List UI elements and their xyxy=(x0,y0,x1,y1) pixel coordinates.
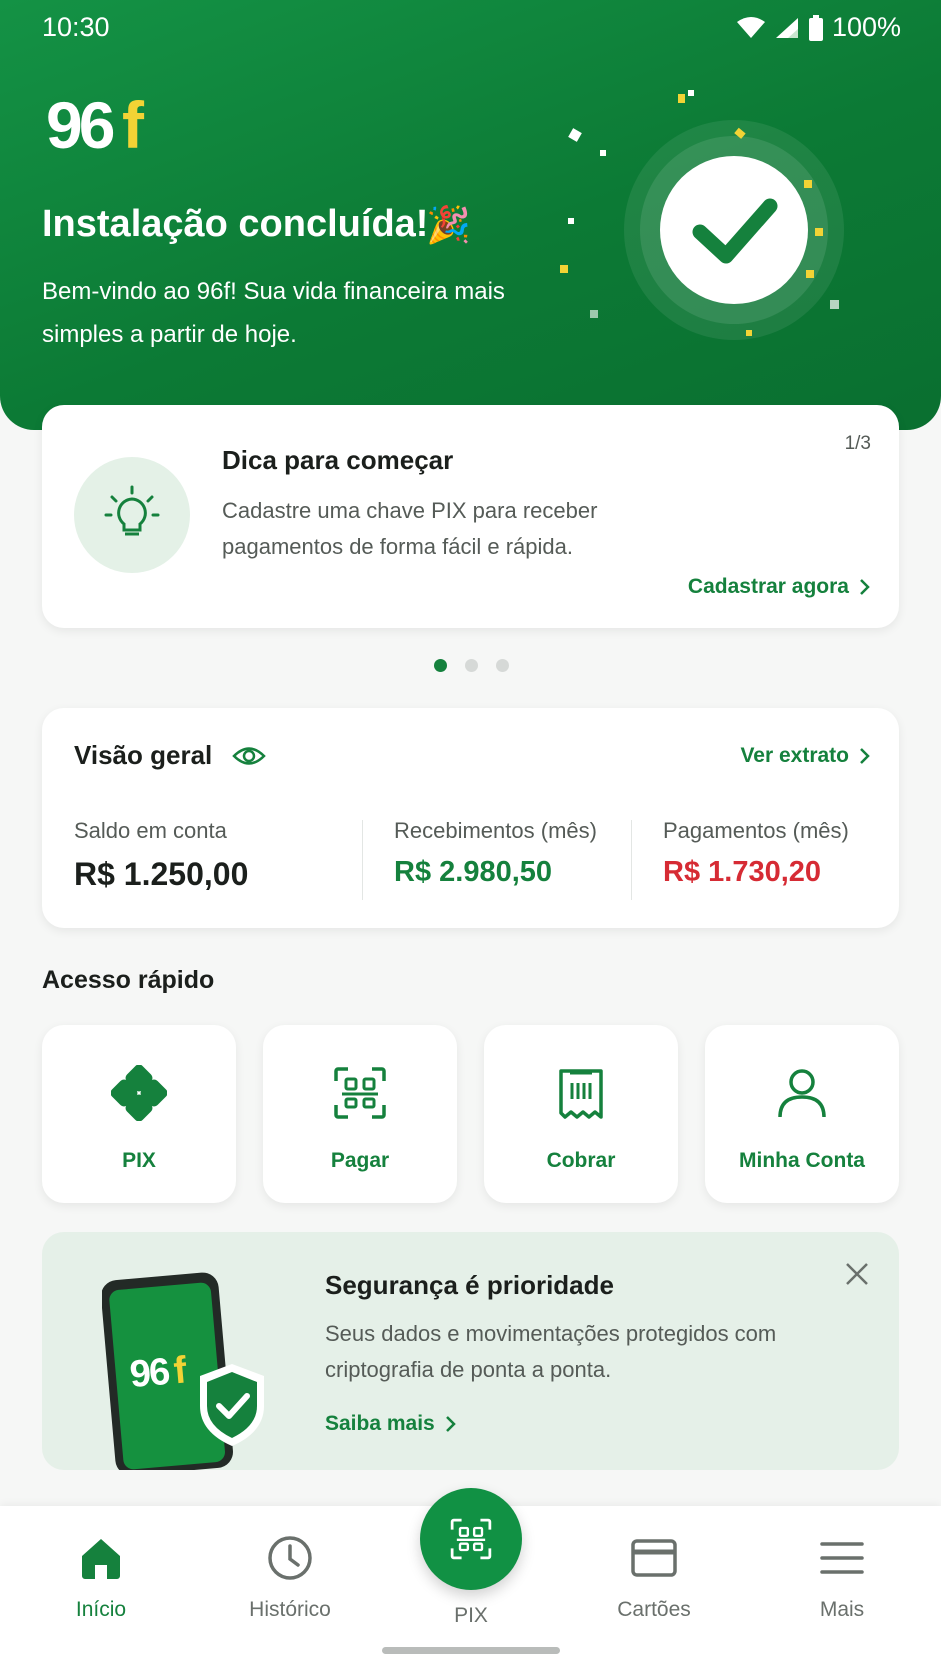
lightbulb-icon xyxy=(104,485,160,536)
view-statement-label: Ver extrato xyxy=(740,744,849,767)
hero-title: Instalação concluída! xyxy=(42,203,429,245)
income-block: Recebimentos (mês) R$ 2.980,50 xyxy=(394,818,597,889)
expense-label: Pagamentos (mês) xyxy=(663,818,849,843)
pix-icon xyxy=(111,1065,167,1121)
chevron-right-icon xyxy=(860,748,870,764)
security-banner: 96 f Segurança é prioridade Seus dados e… xyxy=(42,1232,899,1470)
nav-home-label: Início xyxy=(75,1598,127,1621)
menu-icon xyxy=(820,1542,864,1574)
svg-text:96: 96 xyxy=(128,1351,171,1396)
wifi-icon xyxy=(736,16,765,38)
balance-label: Saldo em conta xyxy=(74,818,227,843)
svg-text:96: 96 xyxy=(46,90,114,162)
nav-more[interactable]: Mais xyxy=(762,1530,922,1622)
nav-cards-label: Cartões xyxy=(617,1598,691,1621)
chevron-right-icon xyxy=(445,1416,456,1432)
user-icon xyxy=(778,1069,826,1118)
nav-history[interactable]: Histórico xyxy=(210,1530,370,1622)
quick-pix-button[interactable]: PIX xyxy=(42,1025,236,1203)
security-title: Segurança é prioridade xyxy=(325,1270,614,1300)
bottom-navigation: Início Histórico PIX Cartões Mais xyxy=(0,1488,941,1672)
overview-title: Visão geral xyxy=(74,740,213,770)
battery-icon xyxy=(808,14,823,41)
carousel-dots xyxy=(434,659,509,672)
overview-card: Visão geral Ver extrato Saldo em conta R… xyxy=(42,708,899,928)
nav-pix-label: PIX xyxy=(454,1604,488,1627)
quick-charge-label: Cobrar xyxy=(546,1149,616,1172)
home-icon xyxy=(82,1539,120,1579)
phone-shield-illustration: 96 f xyxy=(102,1272,264,1470)
signal-icon xyxy=(775,17,798,38)
brand-logo: 96 f xyxy=(46,90,145,162)
svg-text:f: f xyxy=(122,90,145,162)
income-label: Recebimentos (mês) xyxy=(394,818,597,843)
nav-cards[interactable]: Cartões xyxy=(574,1530,734,1622)
gesture-home-bar xyxy=(382,1647,560,1654)
battery-percent: 100% xyxy=(831,12,901,42)
carousel-dot-3[interactable] xyxy=(496,659,509,672)
learn-more-link[interactable]: Saiba mais xyxy=(325,1412,457,1436)
nav-more-label: Mais xyxy=(819,1598,865,1621)
divider xyxy=(362,820,363,900)
balance-value: R$ 1.250,00 xyxy=(74,856,249,892)
view-statement-link[interactable]: Ver extrato xyxy=(740,744,871,768)
quick-account-label: Minha Conta xyxy=(739,1149,865,1172)
nav-home[interactable]: Início xyxy=(21,1530,181,1622)
quick-pix-label: PIX xyxy=(122,1149,156,1172)
tip-body: Cadastre uma chave PIX para receber paga… xyxy=(222,498,598,559)
qr-scan-icon xyxy=(450,1518,492,1560)
hero-subtitle: Bem-vindo ao 96f! Sua vida financeira ma… xyxy=(42,278,505,348)
history-icon xyxy=(268,1536,312,1580)
learn-more-label: Saiba mais xyxy=(325,1412,435,1435)
quick-account-button[interactable]: Minha Conta xyxy=(705,1025,899,1203)
income-value: R$ 2.980,50 xyxy=(394,856,553,888)
card-icon xyxy=(631,1539,677,1577)
close-icon[interactable] xyxy=(843,1260,871,1288)
status-bar: 10:30 100% xyxy=(0,0,941,56)
success-check-icon xyxy=(560,90,844,340)
nav-history-label: Histórico xyxy=(249,1598,331,1621)
lightbulb-icon-badge xyxy=(74,457,190,573)
party-icon: 🎉 xyxy=(426,204,471,245)
security-body: Seus dados e movimentações protegidos co… xyxy=(325,1321,777,1382)
quick-pay-label: Pagar xyxy=(330,1149,390,1172)
tip-counter: 1/3 xyxy=(844,433,871,454)
eye-icon[interactable] xyxy=(232,745,267,767)
tip-card[interactable]: Dica para começar Cadastre uma chave PIX… xyxy=(42,405,899,628)
quick-pay-button[interactable]: Pagar xyxy=(263,1025,457,1203)
carousel-dot-1[interactable] xyxy=(434,659,447,672)
receipt-icon xyxy=(559,1069,603,1119)
quick-access-title: Acesso rápido xyxy=(42,966,215,994)
divider xyxy=(631,820,632,900)
register-now-label: Cadastrar agora xyxy=(687,575,849,598)
quick-charge-button[interactable]: Cobrar xyxy=(484,1025,678,1203)
tip-title: Dica para começar xyxy=(222,445,454,475)
overview-title-row: Visão geral xyxy=(74,740,267,771)
status-time: 10:30 xyxy=(42,12,110,42)
carousel-dot-2[interactable] xyxy=(465,659,478,672)
status-icons: 100% xyxy=(736,12,901,43)
expense-block: Pagamentos (mês) R$ 1.730,20 xyxy=(663,818,849,889)
chevron-right-icon xyxy=(860,579,870,595)
expense-value: R$ 1.730,20 xyxy=(663,856,822,888)
register-now-link[interactable]: Cadastrar agora xyxy=(688,575,871,599)
hero-header: 10:30 100% 96 f Instalação concluída! 🎉 … xyxy=(0,0,941,430)
balance-block: Saldo em conta R$ 1.250,00 xyxy=(74,818,248,893)
nav-pix-button[interactable] xyxy=(420,1488,522,1590)
qr-scan-icon xyxy=(334,1067,386,1119)
